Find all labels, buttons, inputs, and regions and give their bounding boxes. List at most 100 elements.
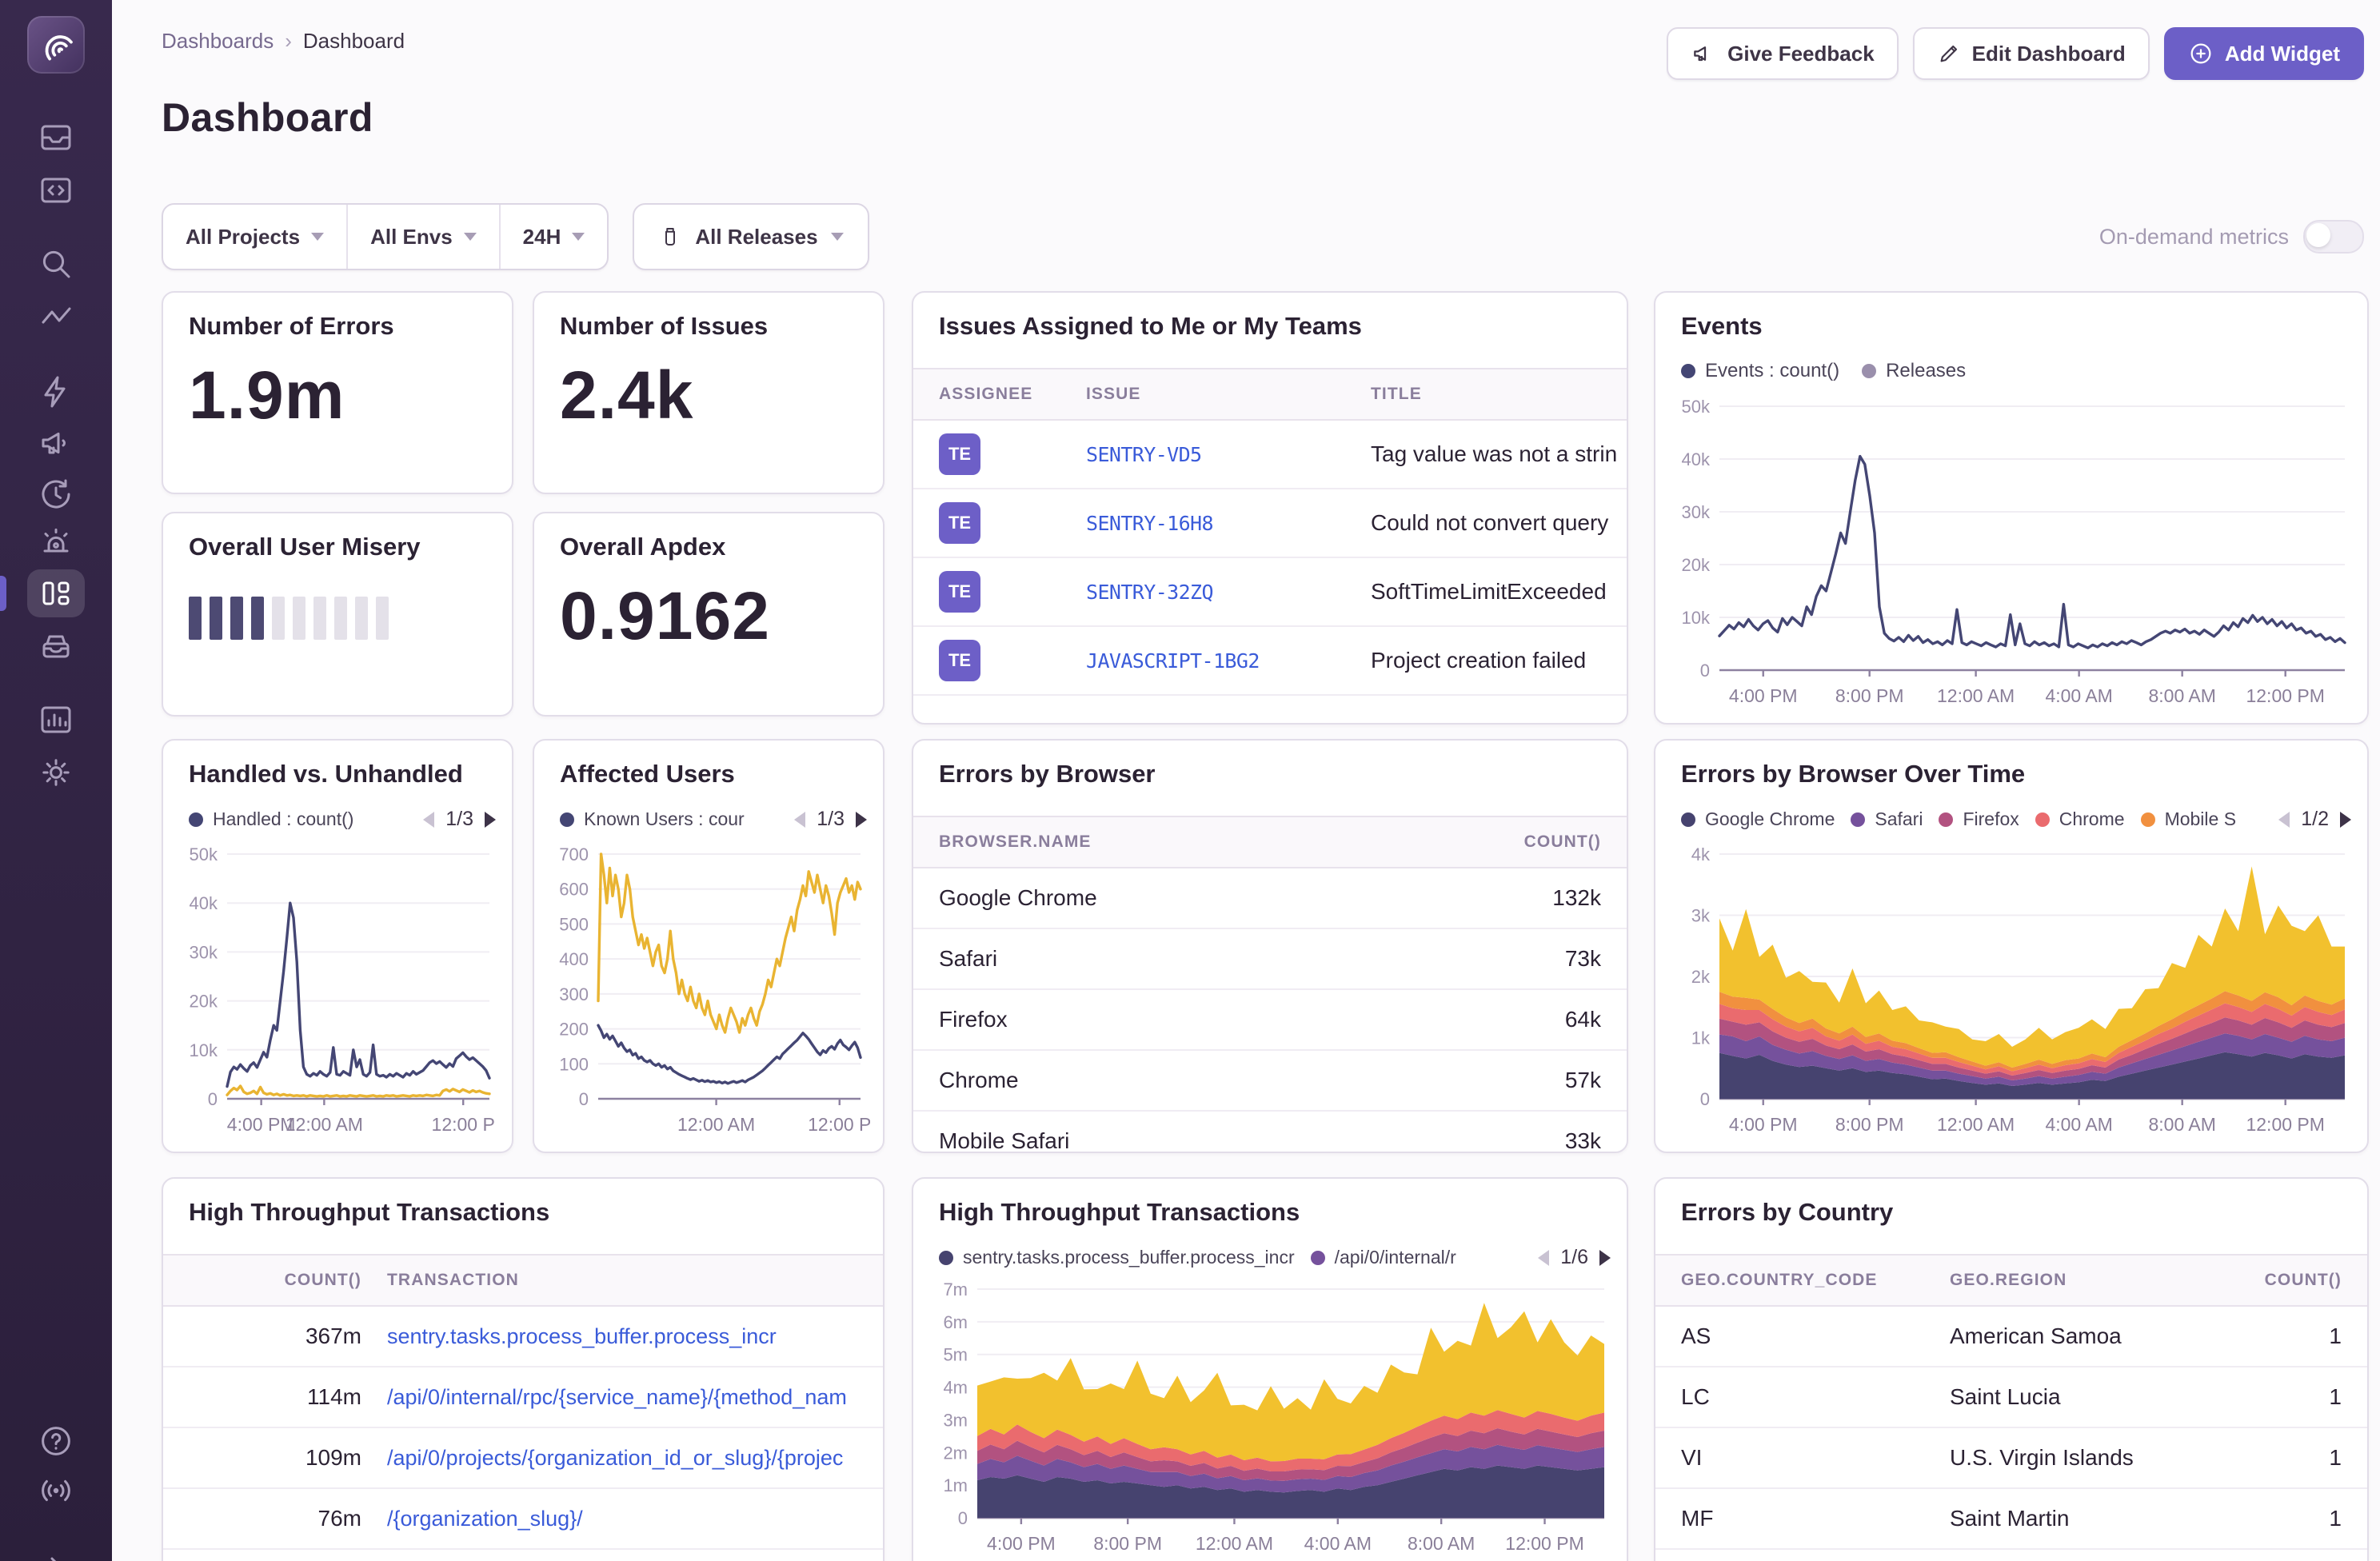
widget-number-of-issues[interactable]: Number of Issues 2.4k xyxy=(533,291,885,494)
high-throughput-chart[interactable]: 0 1m 2m 3m 4m 5m 6m 7m 4:00 PM 8:00 PM 12:00 AM 4:0… xyxy=(920,1280,1614,1556)
environments-filter[interactable]: All Envs xyxy=(348,205,501,269)
add-widget-button[interactable]: Add Widget xyxy=(2163,27,2364,80)
pager-prev-icon[interactable] xyxy=(2278,811,2290,828)
sidebar-item-broadcasts[interactable] xyxy=(27,1467,85,1515)
browser-over-time-chart[interactable]: 0 1k 2k 3k 4k 4:00 PM 8:00 PM 12:00 AM 4:00 AM 8:… xyxy=(1662,844,2354,1137)
cell-link[interactable]: sentry.tasks.process_buffer.process_incr xyxy=(387,1324,883,1349)
pager-prev-icon[interactable] xyxy=(423,811,435,828)
assignee-badge[interactable]: TE xyxy=(939,502,980,544)
legend-label: Releases xyxy=(1886,360,1967,381)
sidebar-item-feedback[interactable] xyxy=(27,419,85,467)
widget-errors-by-browser-over-time[interactable]: Errors by Browser Over Time Google Chrom… xyxy=(1654,739,2369,1153)
table-row: Safari 73k xyxy=(913,929,1627,990)
cell-link[interactable]: SENTRY-32ZQ xyxy=(1086,581,1371,604)
assignee-badge[interactable]: TE xyxy=(939,640,980,681)
sidebar-item-alerts[interactable] xyxy=(27,520,85,568)
ondemand-metrics-toggle[interactable] xyxy=(2303,220,2364,254)
sidebar-item-issues[interactable] xyxy=(27,114,85,162)
svg-text:200: 200 xyxy=(559,1020,589,1040)
legend-item[interactable]: Chrome xyxy=(2035,808,2125,830)
affected-users-chart[interactable]: 0 100 200 300 400 500 600 700 12:00 AM 12:00 P xyxy=(541,844,871,1137)
sidebar-item-projects[interactable] xyxy=(27,166,85,214)
sidebar-item-search[interactable] xyxy=(27,240,85,288)
cell-link[interactable]: JAVASCRIPT-1BG2 xyxy=(1086,649,1371,673)
give-feedback-button[interactable]: Give Feedback xyxy=(1667,27,1899,80)
legend-item[interactable]: Firefox xyxy=(1939,808,2019,830)
widget-apdex[interactable]: Overall Apdex 0.9162 xyxy=(533,512,885,717)
sidebar-item-quickstart[interactable] xyxy=(27,368,85,416)
table-cell: TE xyxy=(939,640,1086,681)
assignee-badge[interactable]: TE xyxy=(939,571,980,613)
chevron-down-icon xyxy=(311,233,325,241)
legend-item[interactable]: sentry.tasks.process_buffer.process_incr xyxy=(939,1247,1295,1268)
breadcrumb: Dashboards › Dashboard xyxy=(162,29,405,54)
sidebar-item-stats[interactable] xyxy=(27,696,85,744)
widget-number-of-errors[interactable]: Number of Errors 1.9m xyxy=(162,291,513,494)
widget-errors-by-country[interactable]: Errors by Country GEO.COUNTRY_CODE GEO.RE… xyxy=(1654,1177,2369,1561)
column-header[interactable]: GEO.REGION xyxy=(1950,1271,2207,1290)
column-header[interactable]: TRANSACTION xyxy=(387,1271,883,1290)
widget-handled-vs-unhandled[interactable]: Handled vs. Unhandled Handled : count() … xyxy=(162,739,513,1153)
column-header[interactable]: ASSIGNEE xyxy=(939,385,1086,404)
pager-next-icon[interactable] xyxy=(856,811,867,828)
pager-next-icon[interactable] xyxy=(1599,1249,1611,1266)
sidebar-item-traces[interactable] xyxy=(27,293,85,341)
widget-events[interactable]: Events Events : count() Releases 0 10k 20k… xyxy=(1654,291,2369,725)
pager-next-icon[interactable] xyxy=(2340,811,2351,828)
legend-item[interactable]: Mobile S xyxy=(2140,808,2236,830)
sidebar-item-settings[interactable] xyxy=(27,749,85,796)
cell-link[interactable]: /{organization_slug}/ xyxy=(387,1507,883,1531)
environments-filter-label: All Envs xyxy=(370,224,453,249)
widget-errors-by-browser[interactable]: Errors by Browser BROWSER.NAME COUNT() Goo… xyxy=(912,739,1628,1153)
cell-link[interactable]: SENTRY-VD5 xyxy=(1086,443,1371,466)
legend-label: Firefox xyxy=(1963,808,2019,829)
breadcrumb-dashboards[interactable]: Dashboards xyxy=(162,29,274,54)
legend-item[interactable]: /api/0/internal/r xyxy=(1310,1247,1456,1268)
column-header[interactable]: GEO.COUNTRY_CODE xyxy=(1681,1271,1950,1290)
assignee-badge[interactable]: TE xyxy=(939,433,980,475)
sidebar-item-releases[interactable] xyxy=(27,622,85,670)
legend-item[interactable]: Handled : count() xyxy=(189,808,353,830)
table-row: TE SENTRY-16H8 Could not convert query xyxy=(913,489,1627,558)
legend-item[interactable]: Google Chrome xyxy=(1681,808,1835,830)
projects-filter[interactable]: All Projects xyxy=(163,205,349,269)
pager-next-icon[interactable] xyxy=(485,811,496,828)
widget-issues-assigned[interactable]: Issues Assigned to Me or My Teams ASSIGN… xyxy=(912,291,1628,725)
widget-high-throughput-table[interactable]: High Throughput Transactions COUNT() TRAN… xyxy=(162,1177,885,1561)
column-header[interactable]: COUNT() xyxy=(2207,1271,2367,1290)
column-header[interactable]: TITLE xyxy=(1371,385,1627,404)
sidebar-item-dashboards[interactable] xyxy=(27,569,85,617)
handled-chart[interactable]: 0 10k 20k 30k 40k 50k 4:00 PM 12:00 AM 12:00 P xyxy=(170,844,499,1137)
events-chart[interactable]: 0 10k 20k 30k 40k 50k 4:00 PM 8:00 PM 12:00 AM 4:… xyxy=(1662,397,2354,709)
widget-title: Overall Apdex xyxy=(560,533,726,561)
svg-text:6m: 6m xyxy=(943,1312,968,1332)
legend-item[interactable]: Events : count() xyxy=(1681,360,1839,382)
cell-link[interactable]: SENTRY-16H8 xyxy=(1086,512,1371,535)
pager-prev-icon[interactable] xyxy=(1538,1249,1550,1266)
column-header[interactable]: COUNT() xyxy=(189,1271,387,1290)
edit-dashboard-button[interactable]: Edit Dashboard xyxy=(1912,27,2150,80)
widget-affected-users[interactable]: Affected Users Known Users : cour 1/3 0 1… xyxy=(533,739,885,1153)
legend-item[interactable]: Releases xyxy=(1862,360,1966,382)
svg-text:12:00 AM: 12:00 AM xyxy=(1937,1114,2015,1135)
widget-user-misery[interactable]: Overall User Misery xyxy=(162,512,513,717)
table-row: 114m/api/0/internal/rpc/{service_name}/{… xyxy=(163,1367,883,1428)
legend-dot xyxy=(2140,812,2155,827)
cell-link[interactable]: /api/0/projects/{organization_id_or_slug… xyxy=(387,1446,883,1471)
sidebar-item-help[interactable] xyxy=(27,1417,85,1465)
table-cell: 114m xyxy=(307,1384,361,1409)
time-range-filter[interactable]: 24H xyxy=(501,205,608,269)
column-header[interactable]: BROWSER.NAME xyxy=(939,832,1441,852)
pager-prev-icon[interactable] xyxy=(794,811,806,828)
legend-item[interactable]: Known Users : cour xyxy=(560,808,745,830)
legend-item[interactable]: Safari xyxy=(1851,808,1923,830)
sidebar-expand[interactable] xyxy=(27,1543,85,1561)
sidebar-item-replays[interactable] xyxy=(27,470,85,518)
column-header[interactable]: ISSUE xyxy=(1086,385,1371,404)
releases-filter[interactable]: All Releases xyxy=(633,203,869,270)
cell-link[interactable]: /api/0/internal/rpc/{service_name}/{meth… xyxy=(387,1385,883,1410)
sentry-logo[interactable] xyxy=(27,16,85,74)
table-header: COUNT() TRANSACTION xyxy=(163,1254,883,1307)
column-header[interactable]: COUNT() xyxy=(1441,832,1627,852)
widget-high-throughput-chart[interactable]: High Throughput Transactions sentry.task… xyxy=(912,1177,1628,1561)
